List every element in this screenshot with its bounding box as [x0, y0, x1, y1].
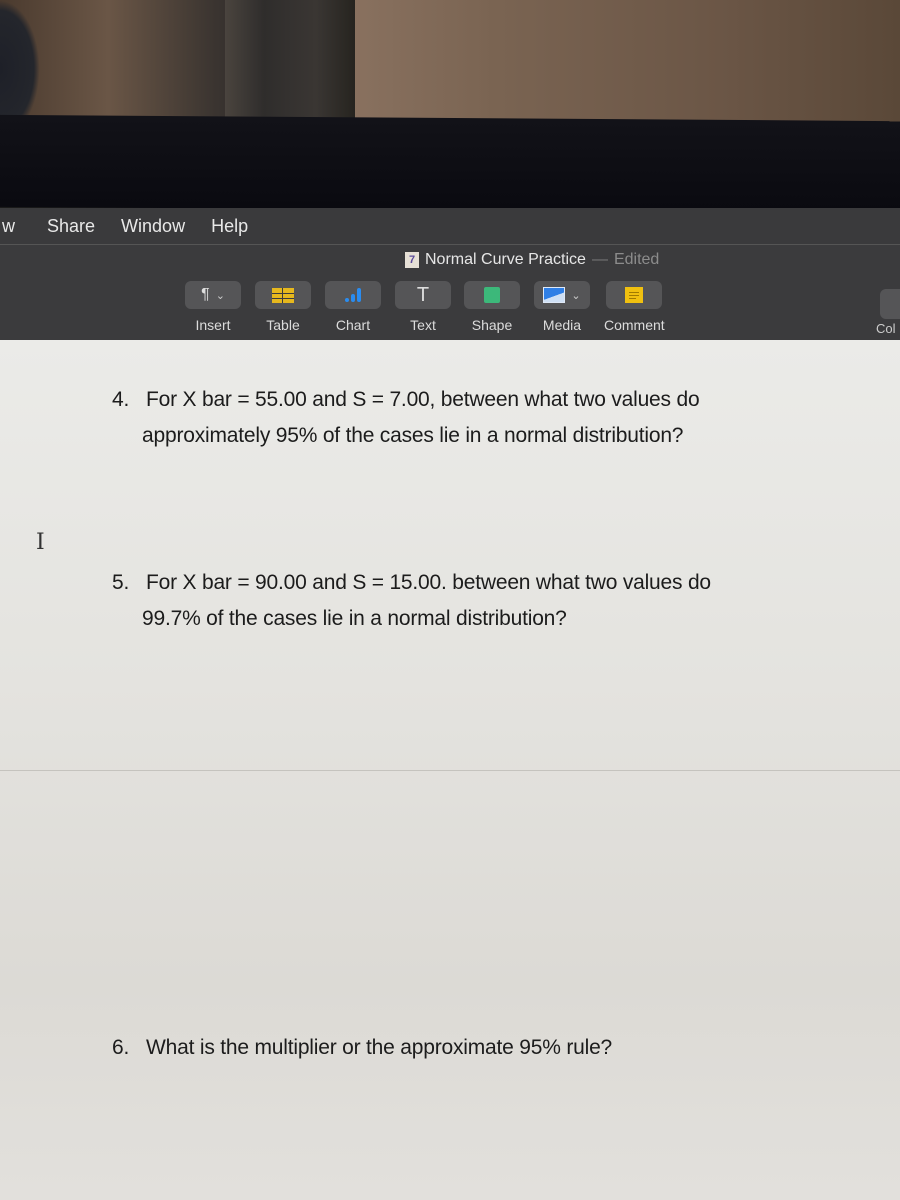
table-label: Table — [266, 317, 300, 333]
shape-label: Shape — [471, 317, 513, 333]
toolbar: 7 Normal Curve Practice — Edited ¶ ⌄ Ins… — [0, 244, 900, 341]
table-icon — [272, 287, 294, 303]
background-object — [0, 0, 40, 115]
question-number: 6. — [112, 1036, 130, 1059]
collaborate-button[interactable] — [880, 289, 900, 319]
question-6: 6. What is the multiplier or the approxim… — [112, 1030, 612, 1066]
question-5: 5. For X bar = 90.00 and S = 15.00. betwe… — [112, 565, 711, 637]
menu-help[interactable]: Help — [211, 216, 248, 237]
monitor-bezel — [0, 114, 900, 214]
photo-background — [0, 0, 900, 130]
comment-label: Comment — [604, 317, 665, 333]
chevron-down-icon: ⌄ — [215, 289, 225, 302]
text-button[interactable]: T Text — [393, 281, 453, 333]
comment-icon — [625, 287, 643, 303]
chart-icon — [345, 288, 361, 302]
menu-window[interactable]: Window — [121, 216, 185, 237]
question-text-line1: What is the multiplier or the approximat… — [146, 1036, 613, 1059]
insert-button[interactable]: ¶ ⌄ Insert — [183, 281, 243, 333]
window-title: 7 Normal Curve Practice — Edited — [405, 251, 659, 269]
media-button[interactable]: ⌄ Media — [532, 281, 592, 333]
media-label: Media — [542, 317, 582, 333]
background-doorframe — [225, 0, 355, 122]
table-button[interactable]: Table — [253, 281, 313, 333]
chart-button[interactable]: Chart — [323, 281, 383, 333]
comment-button[interactable]: Comment — [604, 281, 665, 333]
question-text-line1: For X bar = 90.00 and S = 15.00. between… — [146, 571, 711, 594]
media-icon — [543, 287, 566, 303]
page-divider — [0, 770, 900, 771]
paragraph-icon: ¶ — [201, 286, 210, 303]
text-label: Text — [410, 317, 436, 333]
menu-bar: w Share Window Help — [0, 208, 900, 244]
text-icon: T — [416, 283, 430, 306]
shape-button[interactable]: Shape — [462, 281, 522, 333]
edited-status: Edited — [613, 251, 660, 268]
question-4: 4. For X bar = 55.00 and S = 7.00, betwee… — [112, 382, 700, 454]
document-page[interactable]: 4. For X bar = 55.00 and S = 7.00, betwee… — [0, 340, 900, 1200]
question-text-line2: 99.7% of the cases lie in a normal distr… — [142, 607, 567, 630]
document-name: Normal Curve Practice — [425, 251, 586, 268]
question-number: 5. — [112, 571, 130, 594]
question-text-line1: For X bar = 55.00 and S = 7.00, between … — [146, 388, 700, 411]
menu-view[interactable]: w — [2, 216, 15, 237]
shape-icon — [484, 287, 500, 303]
chart-label: Chart — [335, 317, 371, 333]
menu-share[interactable]: Share — [47, 216, 95, 237]
ibeam-cursor-icon: I — [36, 530, 45, 555]
insert-label: Insert — [195, 317, 231, 333]
chevron-down-icon: ⌄ — [571, 289, 581, 302]
collaborate-label: Col — [876, 321, 896, 336]
question-number: 4. — [112, 388, 130, 411]
document-icon: 7 — [405, 252, 419, 268]
question-text-line2: approximately 95% of the cases lie in a … — [142, 424, 684, 447]
title-separator: — — [591, 251, 608, 268]
